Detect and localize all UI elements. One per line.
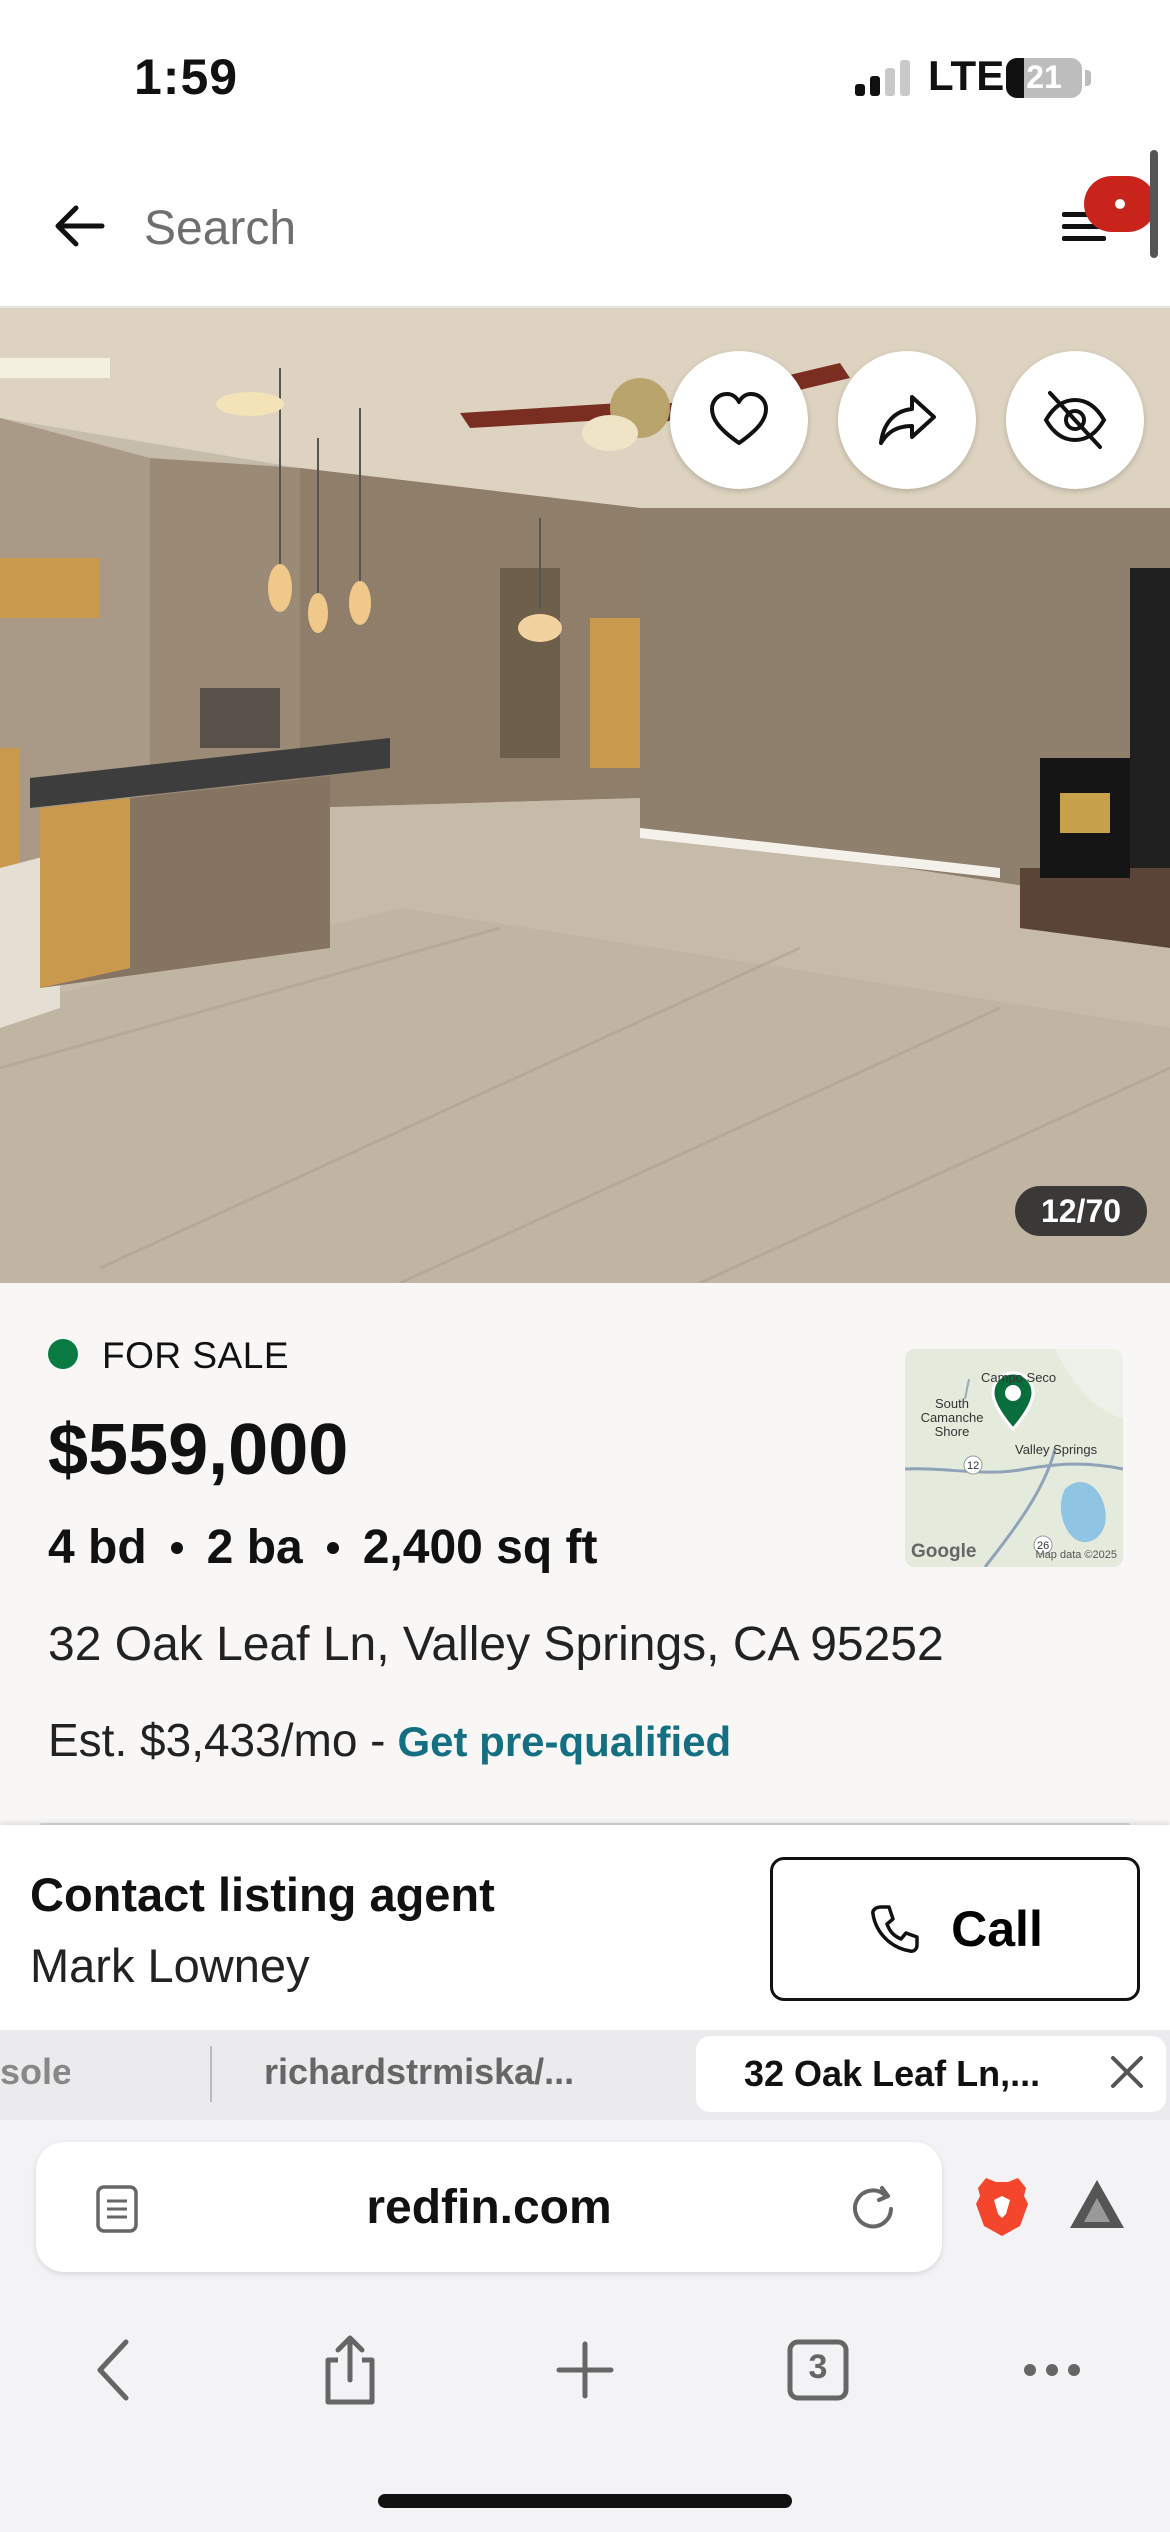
rewards-triangle-icon[interactable] <box>1066 2176 1128 2234</box>
browser-tab[interactable]: richardstrmiska/... <box>264 2030 664 2114</box>
tab-switcher-button[interactable]: 3 <box>778 2330 858 2410</box>
status-time: 1:59 <box>134 49 239 105</box>
map-label-valley-springs: Valley Springs <box>1015 1442 1098 1457</box>
call-label: Call <box>951 1901 1043 1957</box>
tab-label: sole <box>0 2051 70 2092</box>
separator-dot <box>170 1541 183 1554</box>
agent-name: Mark Lowney <box>30 1939 310 1992</box>
tab-count: 3 <box>808 2348 828 2386</box>
scrollbar[interactable] <box>1150 150 1158 258</box>
status-dot <box>48 1339 78 1369</box>
browser-back-icon[interactable] <box>76 2330 156 2410</box>
url-text: redfin.com <box>366 2181 612 2234</box>
get-prequalified-link[interactable]: Get pre-qualified <box>398 1718 732 1766</box>
share-arrow-icon <box>879 395 936 445</box>
share-icon[interactable] <box>310 2330 390 2410</box>
contact-title: Contact listing agent <box>30 1868 495 1921</box>
favorite-button[interactable] <box>670 351 808 489</box>
status-bar: 1:59 LTE 21 <box>0 0 1170 150</box>
beds-count: 4 bd <box>48 1521 147 1574</box>
tab-label: 32 Oak Leaf Ln,... <box>744 2053 1041 2094</box>
map-label-campo-seco: Campo Seco <box>981 1370 1057 1385</box>
battery-icon: 21 <box>1006 58 1082 98</box>
battery-level: 21 <box>1026 59 1062 95</box>
back-arrow-icon[interactable] <box>50 196 110 256</box>
notification-badge[interactable] <box>1084 176 1156 232</box>
baths-count: 2 ba <box>206 1521 303 1574</box>
listing-stats: 4 bd 2 ba 2,400 sq ft <box>48 1520 598 1575</box>
search-header <box>0 150 1170 308</box>
phone-icon <box>871 1905 919 1953</box>
listing-address: 32 Oak Leaf Ln, Valley Springs, CA 95252 <box>48 1618 944 1671</box>
map-logo: Google <box>911 1541 977 1562</box>
interior-photo-image <box>0 308 1170 1283</box>
map-route-12: 12 <box>967 1460 980 1472</box>
separator-dot <box>326 1541 339 1554</box>
tab-label: richardstrmiska/... <box>264 2051 575 2092</box>
map-attribution: Map data ©2025 <box>1035 1549 1118 1561</box>
heart-icon <box>710 392 768 445</box>
browser-tab-active[interactable]: 32 Oak Leaf Ln,... <box>696 2036 1166 2112</box>
listing-price: $559,000 <box>48 1410 349 1490</box>
browser-tab-strip: sole richardstrmiska/... 32 Oak Leaf Ln,… <box>0 2030 1170 2120</box>
more-options-icon[interactable] <box>1012 2330 1092 2410</box>
contact-bar: Contact listing agent Mark Lowney Call <box>0 1825 1170 2030</box>
signal-icon <box>855 58 915 96</box>
browser-tab[interactable]: sole <box>0 2030 70 2114</box>
eye-off-icon <box>1043 391 1107 449</box>
square-footage: 2,400 sq ft <box>362 1521 598 1574</box>
listing-summary: FOR SALE $559,000 4 bd 2 ba 2,400 sq ft … <box>0 1283 1170 1827</box>
estimate-text: Est. $3,433/mo - <box>48 1714 386 1766</box>
brave-shields-icon[interactable] <box>972 2174 1032 2238</box>
reload-icon[interactable] <box>846 2182 900 2236</box>
search-input[interactable] <box>144 190 904 266</box>
hide-listing-button[interactable] <box>1006 351 1144 489</box>
map-thumbnail[interactable]: Campo Seco South Camanche Shore Valley S… <box>905 1349 1123 1567</box>
photo-counter: 12/70 <box>1015 1186 1147 1236</box>
map-label-south-camanche: South Camanche Shore <box>920 1396 984 1439</box>
call-button[interactable]: Call <box>770 1857 1140 2001</box>
url-bar[interactable]: redfin.com <box>36 2142 942 2272</box>
network-label: LTE <box>928 52 1005 99</box>
payment-estimate: Est. $3,433/mo - Get pre-qualified <box>48 1713 731 1767</box>
tab-separator <box>210 2046 212 2102</box>
share-button[interactable] <box>838 351 976 489</box>
listing-photo[interactable]: 12/70 <box>0 308 1170 1283</box>
browser-chrome: redfin.com 3 <box>0 2120 1170 2532</box>
listing-status: FOR SALE <box>102 1335 289 1376</box>
new-tab-plus-icon[interactable] <box>545 2330 625 2410</box>
home-indicator[interactable] <box>378 2494 792 2508</box>
close-tab-icon[interactable] <box>1105 2050 1149 2094</box>
